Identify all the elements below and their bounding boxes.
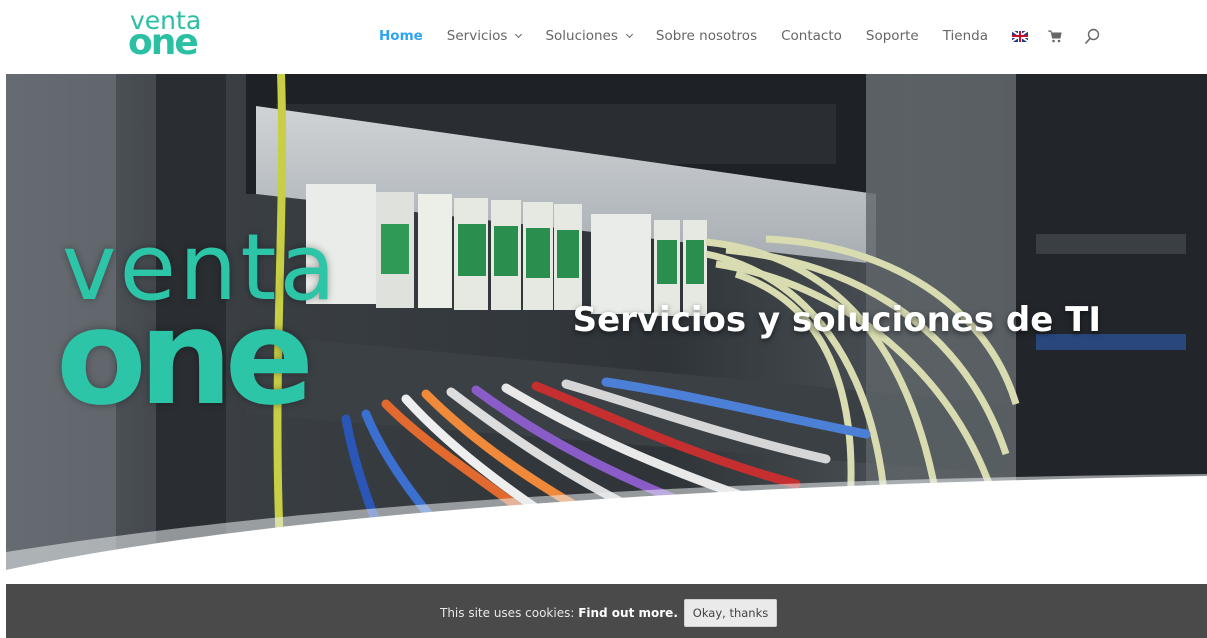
chevron-down-icon bbox=[515, 30, 523, 39]
site-logo[interactable]: venta one bbox=[128, 8, 208, 64]
nav-item-soporte[interactable]: Soporte bbox=[866, 28, 919, 44]
nav-label-soporte: Soporte bbox=[865, 28, 919, 44]
logo-text-bottom: one bbox=[128, 22, 199, 63]
nav-label-contacto: Contacto bbox=[781, 28, 842, 44]
site-header: venta one Home Servicios Soluciones Sobr… bbox=[0, 0, 1207, 74]
cookie-find-out-more-link[interactable]: Find out more. bbox=[578, 606, 678, 620]
nav-item-tienda[interactable]: Tienda bbox=[943, 28, 988, 44]
nav-label-soluciones: Soluciones bbox=[545, 28, 618, 44]
hero-logo-text-bottom: one bbox=[56, 281, 314, 435]
nav-item-home[interactable]: Home bbox=[379, 28, 423, 44]
cookie-consent-bar: This site uses cookies: Find out more. O… bbox=[6, 584, 1207, 638]
hero-banner: venta one Servicios y soluciones de TI bbox=[6, 74, 1207, 570]
nav-label-sobre-nosotros: Sobre nosotros bbox=[655, 28, 758, 44]
cart-icon[interactable] bbox=[1048, 30, 1062, 43]
cookie-message: This site uses cookies: Find out more. bbox=[440, 606, 678, 620]
search-icon[interactable] bbox=[1084, 28, 1100, 45]
uk-flag-icon[interactable] bbox=[1012, 30, 1029, 42]
chevron-down-icon bbox=[625, 30, 633, 39]
nav-label-home: Home bbox=[379, 28, 423, 44]
nav-label-servicios: Servicios bbox=[446, 28, 508, 44]
nav-item-soluciones[interactable]: Soluciones bbox=[545, 28, 633, 44]
main-navigation: Home Servicios Soluciones Sobre nosotros… bbox=[379, 26, 1100, 46]
nav-label-tienda: Tienda bbox=[942, 28, 989, 44]
cookie-accept-button[interactable]: Okay, thanks bbox=[684, 599, 777, 627]
nav-item-sobre-nosotros[interactable]: Sobre nosotros bbox=[656, 28, 757, 44]
nav-item-servicios[interactable]: Servicios bbox=[446, 28, 523, 44]
nav-item-contacto[interactable]: Contacto bbox=[781, 28, 842, 44]
hero-title: Servicios y soluciones de TI bbox=[572, 300, 1101, 340]
cookie-message-text: This site uses cookies: bbox=[440, 606, 579, 620]
